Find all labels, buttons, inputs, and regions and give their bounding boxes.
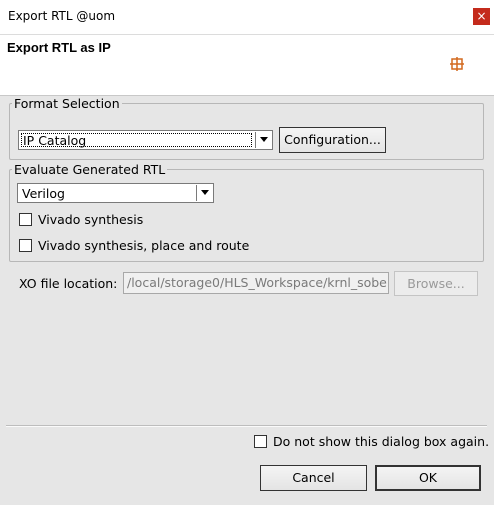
- footer-separator: [6, 425, 487, 427]
- cancel-button-label: Cancel: [292, 470, 335, 485]
- chevron-down-icon[interactable]: [255, 132, 271, 148]
- language-select[interactable]: Verilog: [17, 183, 214, 203]
- configuration-button-label: Configuration...: [284, 132, 381, 147]
- dont-show-option[interactable]: Do not show this dialog box again.: [254, 434, 489, 449]
- dont-show-label: Do not show this dialog box again.: [273, 434, 490, 449]
- vivado-par-option[interactable]: Vivado synthesis, place and route: [19, 238, 249, 253]
- dialog-header: Export RTL as IP: [0, 35, 494, 96]
- vivado-par-checkbox[interactable]: [19, 239, 32, 252]
- format-selection-group: Format Selection: [9, 96, 484, 160]
- language-select-value: Verilog: [22, 186, 65, 201]
- vivado-par-label: Vivado synthesis, place and route: [38, 238, 250, 253]
- xo-location-field[interactable]: /local/storage0/HLS_Workspace/krnl_sobe: [123, 272, 389, 294]
- browse-button-label: Browse...: [407, 276, 465, 291]
- ok-button-label: OK: [418, 470, 438, 485]
- vivado-synthesis-checkbox[interactable]: [19, 213, 32, 226]
- configuration-button[interactable]: Configuration...: [279, 127, 386, 153]
- vivado-synthesis-label: Vivado synthesis: [38, 212, 144, 227]
- dont-show-checkbox[interactable]: [254, 435, 267, 448]
- export-rtl-dialog: Export RTL @uom × Export RTL as IP Forma…: [0, 0, 494, 505]
- chevron-down-icon[interactable]: [196, 185, 212, 201]
- format-select[interactable]: IP Catalog: [18, 130, 273, 150]
- dialog-heading: Export RTL as IP: [7, 40, 111, 55]
- ok-button[interactable]: OK: [375, 465, 481, 491]
- window-title: Export RTL @uom: [8, 9, 116, 23]
- browse-button[interactable]: Browse...: [394, 271, 478, 296]
- close-button[interactable]: ×: [473, 8, 490, 25]
- xo-location-label: XO file location:: [19, 276, 118, 291]
- close-icon: ×: [476, 9, 487, 23]
- title-bar: Export RTL @uom ×: [0, 0, 494, 35]
- format-select-value: IP Catalog: [23, 133, 87, 148]
- xilinx-logo-icon: [450, 57, 464, 71]
- cancel-button[interactable]: Cancel: [260, 465, 367, 491]
- evaluate-rtl-legend: Evaluate Generated RTL: [14, 162, 166, 177]
- format-selection-legend: Format Selection: [14, 96, 120, 111]
- vivado-synthesis-option[interactable]: Vivado synthesis: [19, 212, 143, 227]
